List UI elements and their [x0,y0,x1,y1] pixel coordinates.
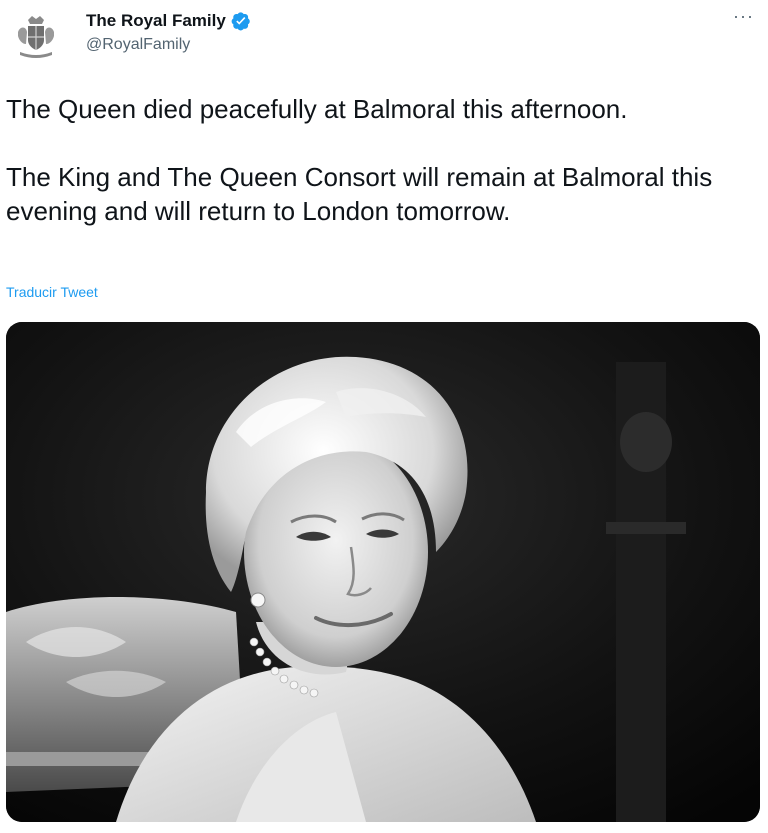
tweet-paragraph-1: The Queen died peacefully at Balmoral th… [6,94,628,124]
tweet-media-photo[interactable] [6,322,760,822]
translate-tweet-link[interactable]: Traducir Tweet [6,284,98,300]
display-name-row[interactable]: The Royal Family [86,10,251,32]
verified-badge-icon [231,12,250,31]
tweet-paragraph-2: The King and The Queen Consort will rema… [6,162,713,226]
tweet-text: The Queen died peacefully at Balmoral th… [6,92,756,228]
display-name[interactable]: The Royal Family [86,10,226,32]
more-options-icon[interactable]: ··· [733,6,754,27]
account-header: The Royal Family @RoyalFamily [86,10,251,55]
portrait-photo [6,322,760,822]
royal-coat-of-arms-icon [11,11,61,61]
account-handle[interactable]: @RoyalFamily [86,35,251,55]
avatar[interactable] [8,8,64,64]
